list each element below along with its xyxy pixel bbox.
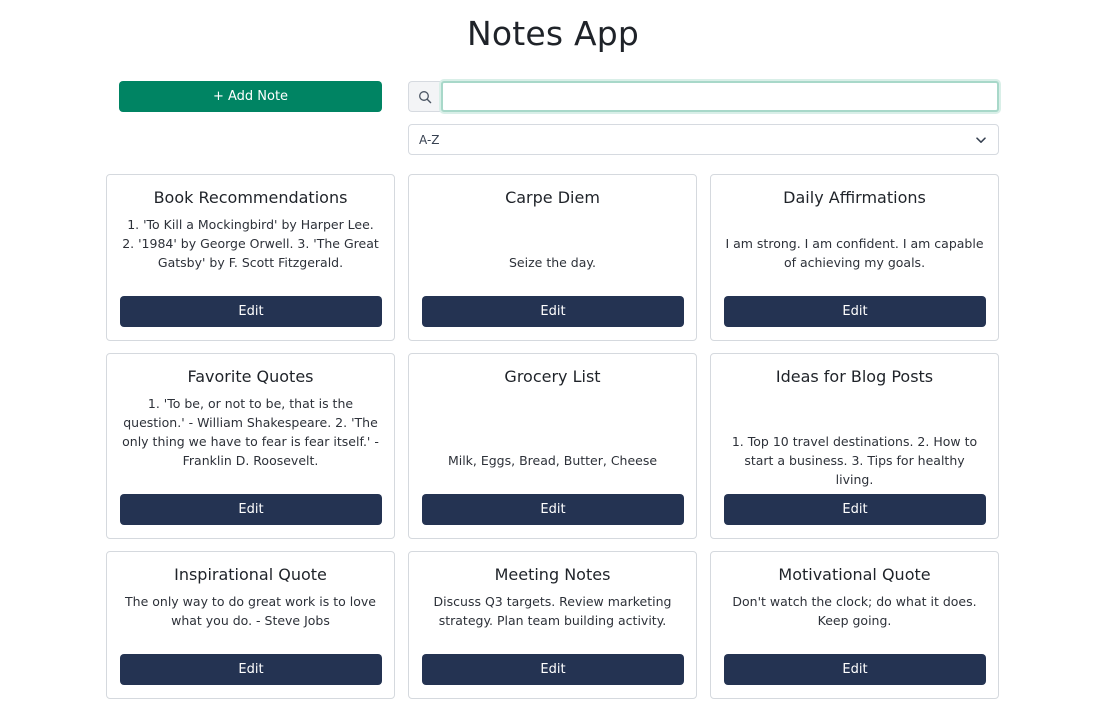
edit-button[interactable]: Edit [724, 296, 986, 327]
note-card: Ideas for Blog Posts 1. Top 10 travel de… [710, 353, 999, 539]
note-card: Meeting Notes Discuss Q3 targets. Review… [408, 551, 697, 699]
note-body: Seize the day. [509, 255, 596, 270]
note-card: Carpe Diem Seize the day. Edit [408, 174, 697, 341]
note-title: Book Recommendations [153, 188, 348, 207]
edit-button[interactable]: Edit [724, 654, 986, 685]
edit-button[interactable]: Edit [422, 296, 684, 327]
edit-button[interactable]: Edit [120, 654, 382, 685]
sort-select-value: A-Z [419, 132, 440, 147]
note-title: Motivational Quote [778, 565, 931, 584]
edit-button[interactable]: Edit [422, 654, 684, 685]
edit-button[interactable]: Edit [724, 494, 986, 525]
note-title: Inspirational Quote [174, 565, 327, 584]
edit-button[interactable]: Edit [120, 296, 382, 327]
note-title: Ideas for Blog Posts [775, 367, 934, 386]
note-title: Meeting Notes [494, 565, 611, 584]
search-bar [408, 81, 999, 112]
note-card: Inspirational Quote The only way to do g… [106, 551, 395, 699]
note-title: Carpe Diem [505, 188, 600, 207]
page-title: Notes App [466, 14, 640, 53]
chevron-down-icon [976, 133, 986, 147]
note-body: Discuss Q3 targets. Review marketing str… [433, 594, 672, 628]
search-input[interactable] [441, 81, 999, 112]
edit-button[interactable]: Edit [422, 494, 684, 525]
note-card: Book Recommendations 1. 'To Kill a Mocki… [106, 174, 395, 341]
note-title: Daily Affirmations [783, 188, 926, 207]
note-card: Grocery List Milk, Eggs, Bread, Butter, … [408, 353, 697, 539]
edit-button[interactable]: Edit [120, 494, 382, 525]
note-card: Daily Affirmations I am strong. I am con… [710, 174, 999, 341]
note-title: Grocery List [504, 367, 601, 386]
note-body: The only way to do great work is to love… [125, 594, 376, 628]
note-body: Don't watch the clock; do what it does. … [732, 594, 977, 628]
note-body: 1. 'To be, or not to be, that is the que… [122, 396, 379, 468]
note-body: Milk, Eggs, Bread, Butter, Cheese [447, 453, 658, 468]
note-title: Favorite Quotes [187, 367, 314, 386]
note-card: Favorite Quotes 1. 'To be, or not to be,… [106, 353, 395, 539]
note-body: I am strong. I am confident. I am capabl… [725, 236, 984, 270]
note-card: Motivational Quote Don't watch the clock… [710, 551, 999, 699]
sort-select[interactable]: A-Z [408, 124, 999, 155]
note-body: 1. 'To Kill a Mockingbird' by Harper Lee… [122, 217, 379, 270]
note-body: 1. Top 10 travel destinations. 2. How to… [731, 434, 978, 487]
add-note-button[interactable]: + Add Note [119, 81, 382, 112]
search-icon [408, 81, 441, 112]
